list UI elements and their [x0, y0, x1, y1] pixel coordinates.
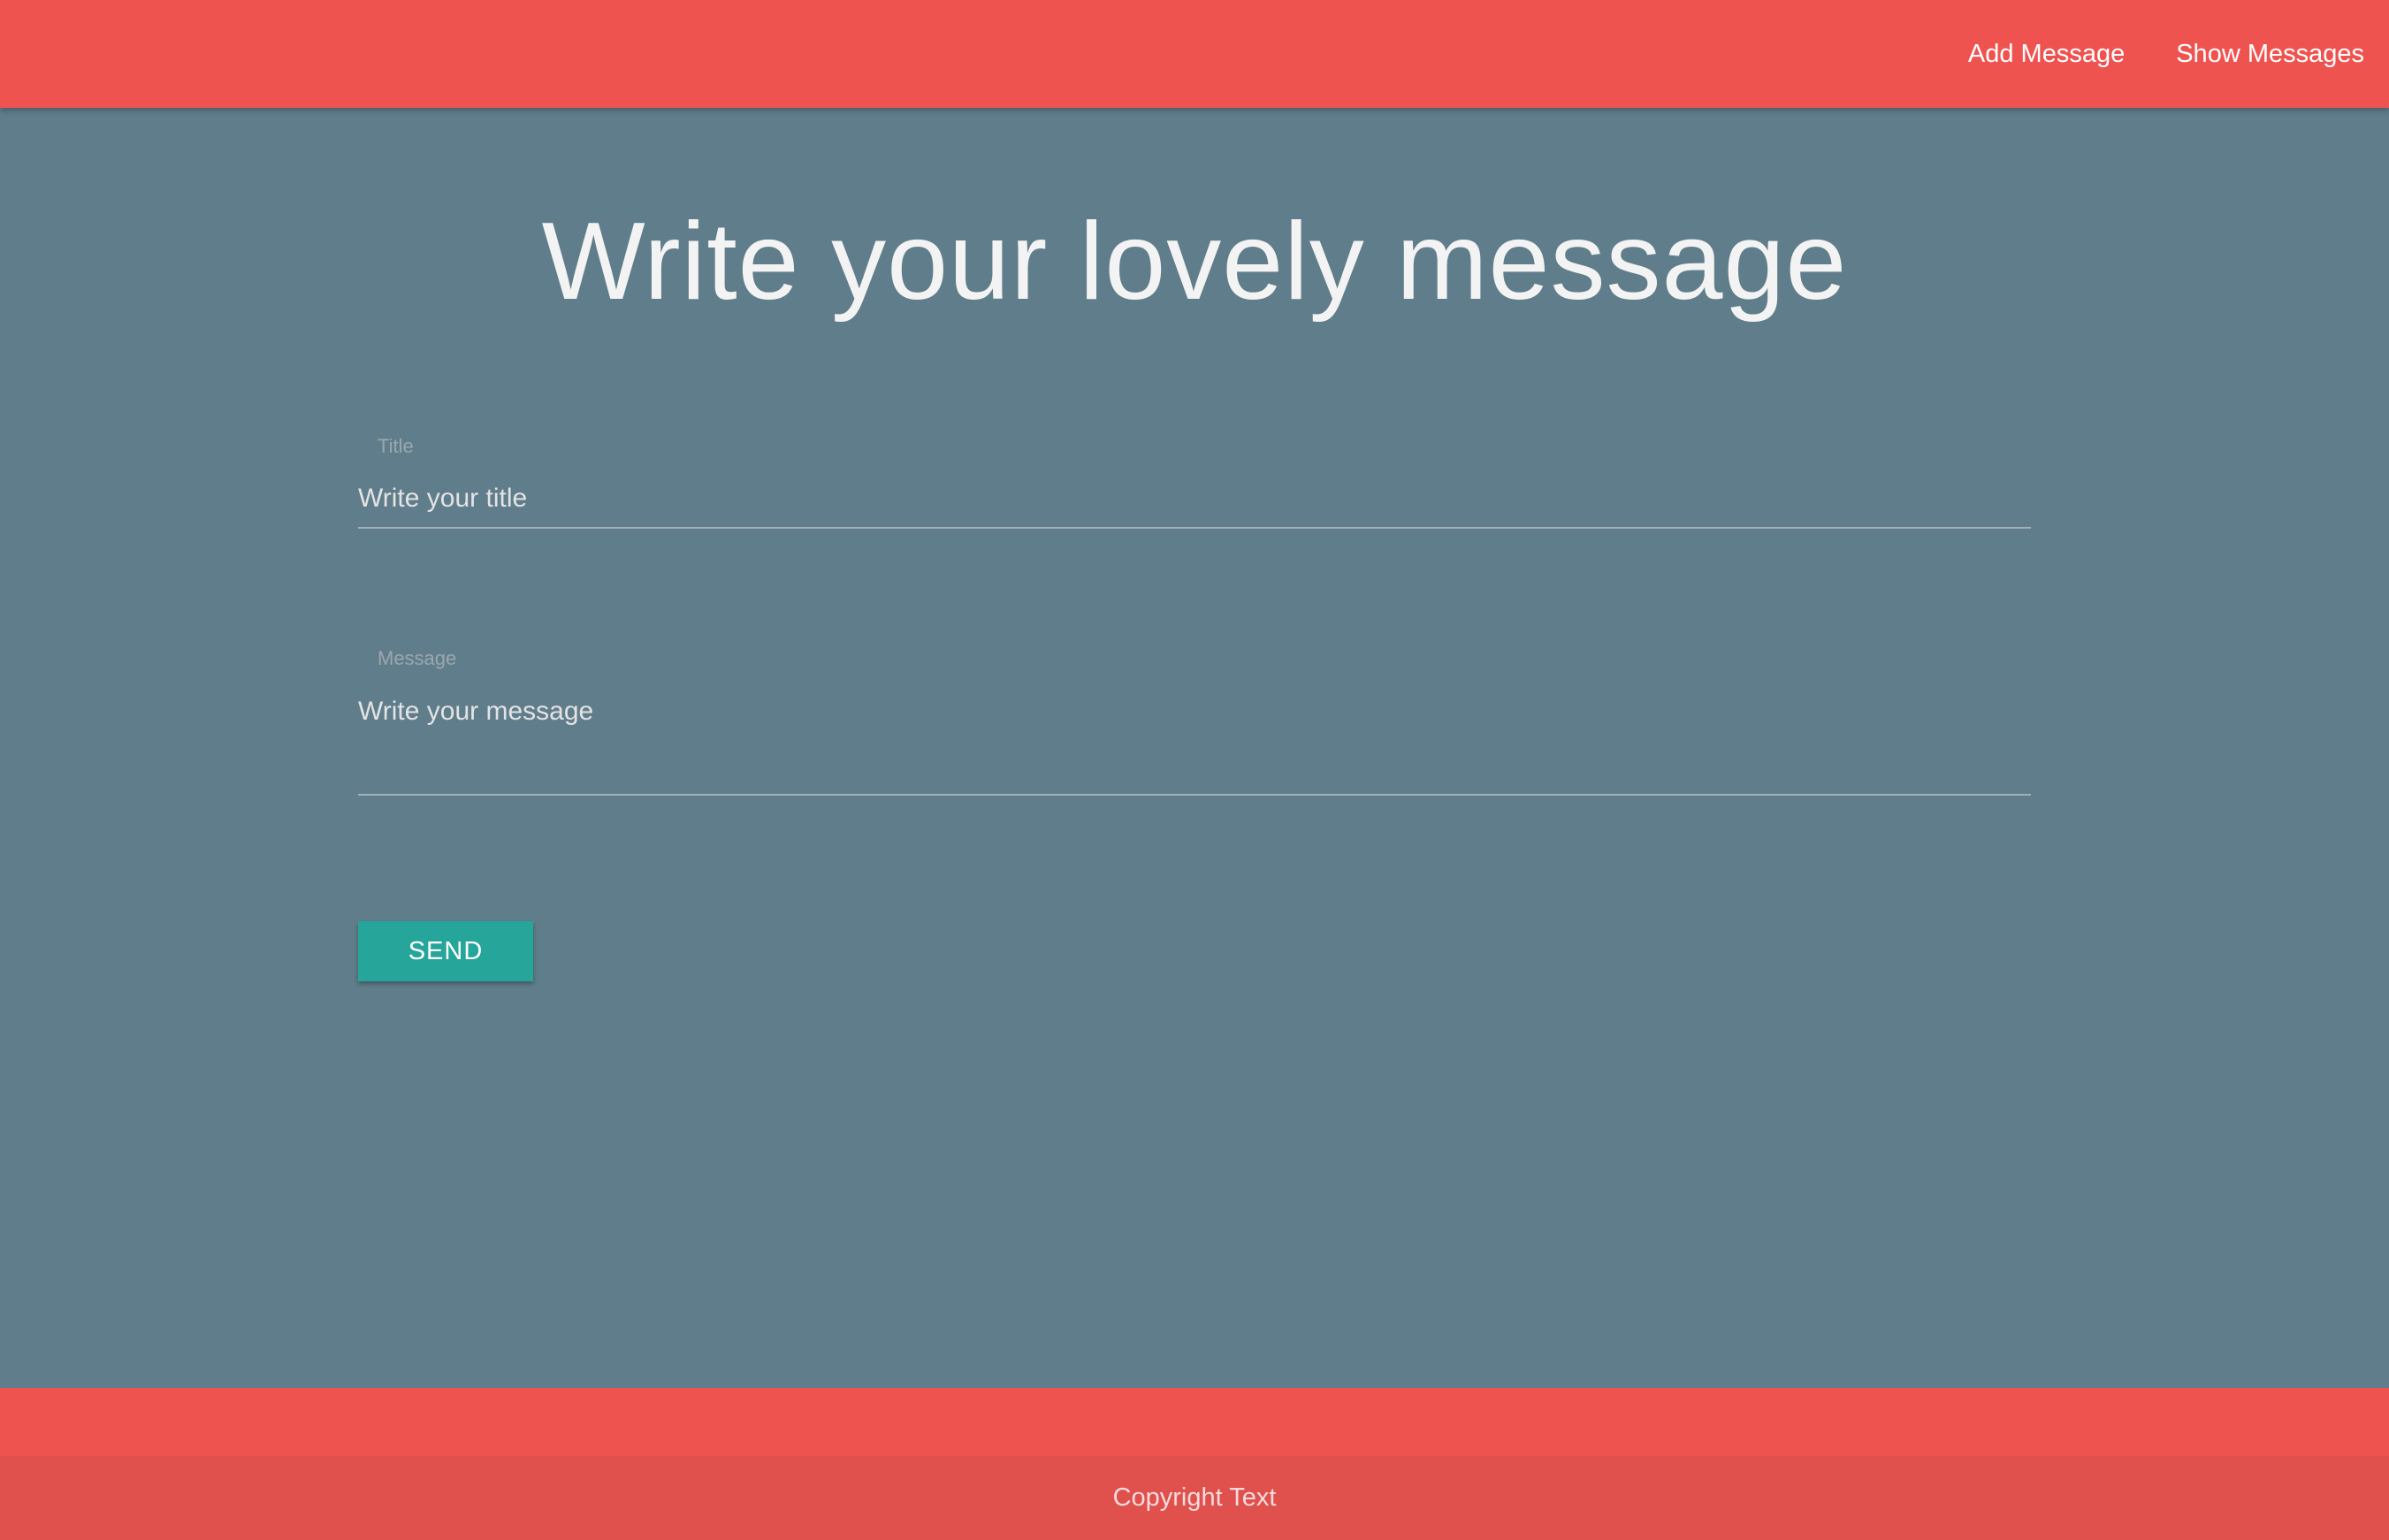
title-field: Title [358, 435, 2031, 532]
page-footer: Copyright Text [0, 1388, 2389, 1540]
message-form: Title Message [358, 435, 2031, 797]
message-field-label: Message [378, 647, 457, 669]
message-field: Message [358, 647, 2031, 797]
page-title: Write your lovely message [541, 201, 1848, 323]
footer-copyright-bar: Copyright Text [0, 1456, 2389, 1540]
send-button[interactable]: SEND [358, 921, 533, 981]
nav-link-add-message[interactable]: Add Message [1968, 40, 2125, 69]
message-textarea[interactable] [358, 682, 2031, 796]
title-field-label: Title [378, 435, 414, 457]
top-navbar: Add Message Show Messages [0, 0, 2389, 108]
copyright-text: Copyright Text [1112, 1483, 1277, 1512]
main-content: Write your lovely message Title Message … [0, 108, 2389, 1388]
nav-links: Add Message Show Messages [1917, 0, 2364, 108]
nav-link-show-messages[interactable]: Show Messages [2176, 40, 2364, 69]
title-input[interactable] [358, 470, 2031, 529]
